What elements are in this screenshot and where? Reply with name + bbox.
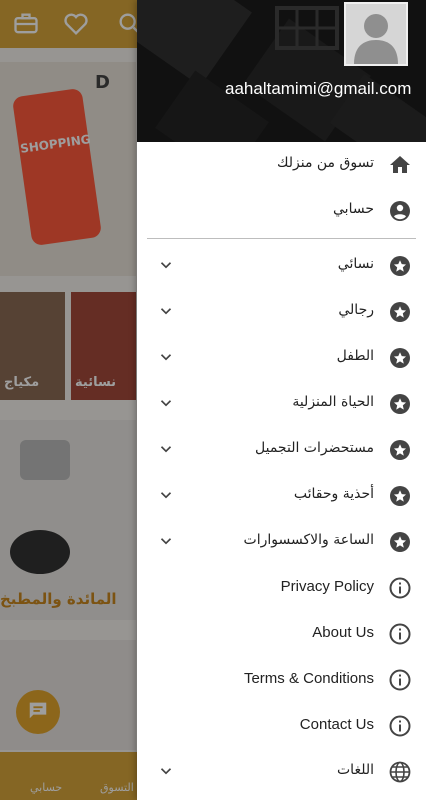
globe-icon — [388, 760, 412, 784]
chevron-down-icon[interactable] — [157, 302, 175, 320]
menu-item-terms-conditions[interactable]: Terms & Conditions — [137, 657, 426, 703]
navigation-drawer: aahaltamimi@gmail.com تسوق من منزلك حساب… — [137, 0, 426, 800]
menu-item-label: تسوق من منزلك — [276, 155, 374, 171]
menu-item-label: مستحضرات التجميل — [255, 440, 374, 456]
menu-item-label: اللغات — [337, 762, 374, 778]
drawer-header: aahaltamimi@gmail.com — [137, 0, 426, 142]
chevron-down-icon[interactable] — [157, 486, 175, 504]
star-icon — [388, 392, 412, 416]
menu-item-kids[interactable]: الطفل — [137, 335, 426, 381]
account-circle-icon — [388, 199, 412, 223]
star-icon — [388, 346, 412, 370]
menu-item-shop-from-home[interactable]: تسوق من منزلك — [137, 142, 426, 188]
menu-item-languages[interactable]: اللغات — [137, 749, 426, 795]
menu-item-shoes-bags[interactable]: أحذية وحقائب — [137, 473, 426, 519]
menu-item-men[interactable]: رجالي — [137, 289, 426, 335]
menu-item-label: نسائي — [337, 256, 374, 272]
info-icon — [388, 576, 412, 600]
person-icon — [354, 14, 398, 64]
menu-item-label: الساعة والاكسسوارات — [243, 532, 374, 548]
menu-item-cosmetics[interactable]: مستحضرات التجميل — [137, 427, 426, 473]
info-icon — [388, 668, 412, 692]
star-icon — [388, 254, 412, 278]
chevron-down-icon[interactable] — [157, 532, 175, 550]
menu-item-label: أحذية وحقائب — [293, 486, 374, 502]
chevron-down-icon[interactable] — [157, 256, 175, 274]
account-email: aahaltamimi@gmail.com — [225, 79, 412, 98]
menu-item-label: Contact Us — [299, 716, 374, 733]
chevron-down-icon[interactable] — [157, 440, 175, 458]
star-icon — [388, 438, 412, 462]
menu-item-my-account[interactable]: حسابي — [137, 188, 426, 234]
menu-item-label: Terms & Conditions — [243, 670, 374, 687]
menu-divider — [147, 238, 416, 239]
chevron-down-icon[interactable] — [157, 394, 175, 412]
info-icon — [388, 714, 412, 738]
menu-item-label: الطفل — [336, 348, 374, 364]
menu-item-women[interactable]: نسائي — [137, 243, 426, 289]
drawer-menu: تسوق من منزلك حسابي نسائي رجالي الطفل ال… — [137, 142, 426, 795]
chevron-down-icon[interactable] — [157, 348, 175, 366]
star-icon — [388, 530, 412, 554]
menu-item-home-living[interactable]: الحياة المنزلية — [137, 381, 426, 427]
menu-item-label: Privacy Policy — [280, 578, 374, 595]
star-icon — [388, 484, 412, 508]
menu-item-watches-accessories[interactable]: الساعة والاكسسوارات — [137, 519, 426, 565]
chevron-down-icon[interactable] — [157, 762, 175, 780]
menu-item-about-us[interactable]: About Us — [137, 611, 426, 657]
avatar[interactable] — [344, 2, 408, 66]
cart-watermark-icon — [275, 6, 339, 50]
menu-item-label: حسابي — [333, 201, 374, 217]
menu-item-contact-us[interactable]: Contact Us — [137, 703, 426, 749]
info-icon — [388, 622, 412, 646]
menu-item-privacy-policy[interactable]: Privacy Policy — [137, 565, 426, 611]
star-icon — [388, 300, 412, 324]
menu-item-label: About Us — [312, 624, 374, 641]
home-icon — [388, 153, 412, 177]
menu-item-label: رجالي — [338, 302, 374, 318]
menu-item-label: الحياة المنزلية — [292, 394, 374, 410]
